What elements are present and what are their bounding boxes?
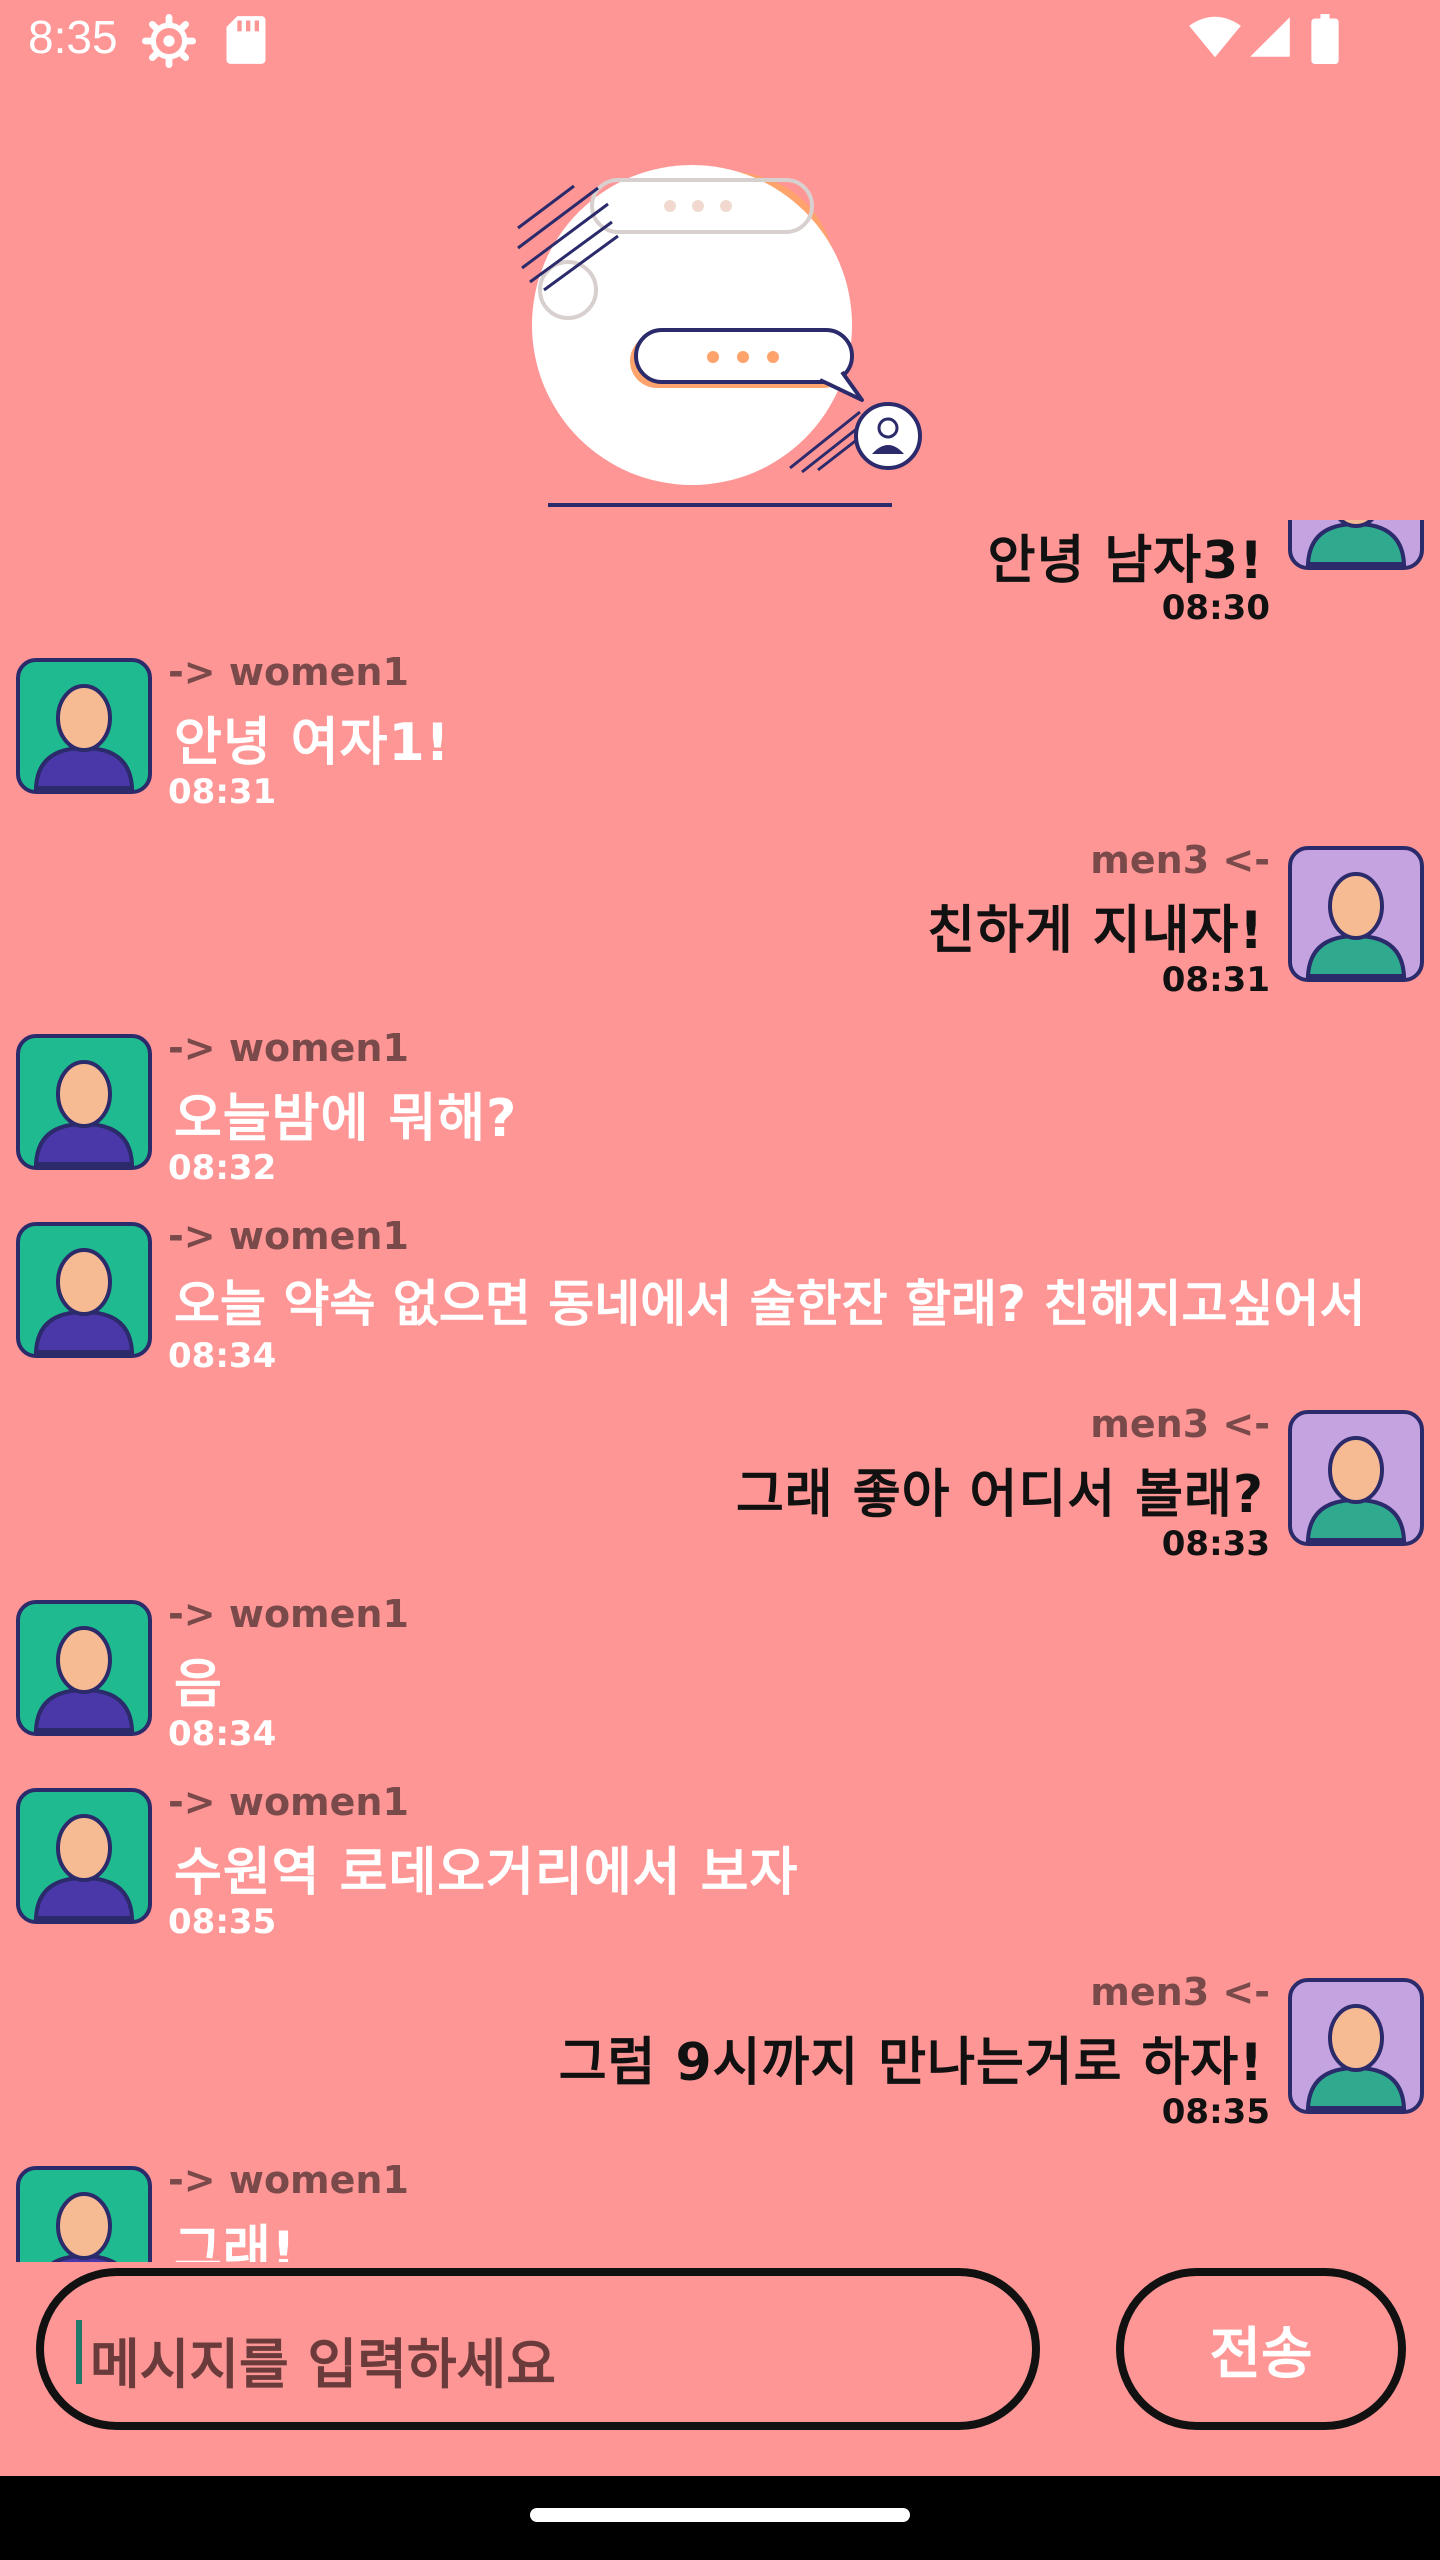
message-sender: -> women1: [168, 1592, 409, 1636]
message-sender: men3 <-: [1090, 1970, 1270, 2014]
message-text: 오늘 약속 없으면 동네에서 술한잔 할래? 친해지고싶어서: [174, 1275, 1366, 1333]
message-time: 08:35: [1161, 2092, 1270, 2132]
male-avatar-icon[interactable]: [1286, 1408, 1426, 1548]
status-time: 8:35: [28, 11, 118, 63]
message-time: 08:31: [1161, 960, 1270, 1000]
message-time: 08:35: [168, 1902, 277, 1942]
message-sender: -> women1: [168, 1026, 409, 1070]
signal-icon: [1250, 17, 1290, 57]
message-sender: -> women1: [168, 1214, 409, 1258]
message-sender: men3 <-: [1090, 1402, 1270, 1446]
male-avatar-icon[interactable]: [1286, 1976, 1426, 2116]
chat-illustration: [517, 165, 922, 507]
message-text: 음: [174, 1655, 223, 1715]
message-text: 그래 좋아 어디서 볼래?: [735, 1465, 1264, 1525]
message-sender: men3 <-: [1090, 838, 1270, 882]
message-time: 08:34: [168, 1336, 277, 1376]
settings-gear-icon: [142, 14, 196, 68]
message-input[interactable]: 메시지를 입력하세요: [36, 2268, 1040, 2430]
text-cursor: [76, 2320, 82, 2384]
message-time: 08:33: [1161, 1524, 1270, 1564]
sd-card-icon: [226, 16, 266, 64]
home-gesture-handle[interactable]: [530, 2508, 910, 2522]
message-sender: -> women1: [168, 650, 409, 694]
message-text: 그래!: [174, 2221, 297, 2262]
send-button[interactable]: 전송: [1116, 2268, 1406, 2430]
message-sender: -> women1: [168, 2158, 409, 2202]
message-input-placeholder: 메시지를 입력하세요: [90, 2333, 556, 2396]
message-text: 오늘밤에 뭐해?: [174, 1089, 518, 1149]
chat-message-list[interactable]: 안녕 남자3! 08:30 -> women1 안녕 여자1! 08:31 me…: [0, 520, 1440, 2262]
female-avatar-icon[interactable]: [14, 2164, 154, 2262]
message-time: 08:34: [168, 1714, 277, 1754]
message-time: 08:31: [168, 772, 277, 812]
male-avatar-icon[interactable]: [1286, 520, 1426, 572]
message-text: 안녕 남자3!: [987, 531, 1264, 591]
message-text: 안녕 여자1!: [174, 713, 451, 773]
female-avatar-icon[interactable]: [14, 1786, 154, 1926]
message-time: 08:32: [168, 1148, 277, 1188]
male-avatar-icon[interactable]: [1286, 844, 1426, 984]
message-text: 그럼 9시까지 만나는거로 하자!: [558, 2033, 1264, 2093]
message-sender: -> women1: [168, 1780, 409, 1824]
status-bar: 8:35: [0, 0, 1440, 84]
wifi-icon: [1189, 16, 1241, 58]
female-avatar-icon[interactable]: [14, 1598, 154, 1738]
female-avatar-icon[interactable]: [14, 1220, 154, 1360]
message-text: 수원역 로데오거리에서 보자: [174, 1843, 799, 1903]
battery-icon: [1311, 14, 1339, 64]
message-text: 친하게 지내자!: [927, 901, 1264, 961]
female-avatar-icon[interactable]: [14, 1032, 154, 1172]
message-time: 08:30: [1161, 588, 1270, 628]
female-avatar-icon[interactable]: [14, 656, 154, 796]
